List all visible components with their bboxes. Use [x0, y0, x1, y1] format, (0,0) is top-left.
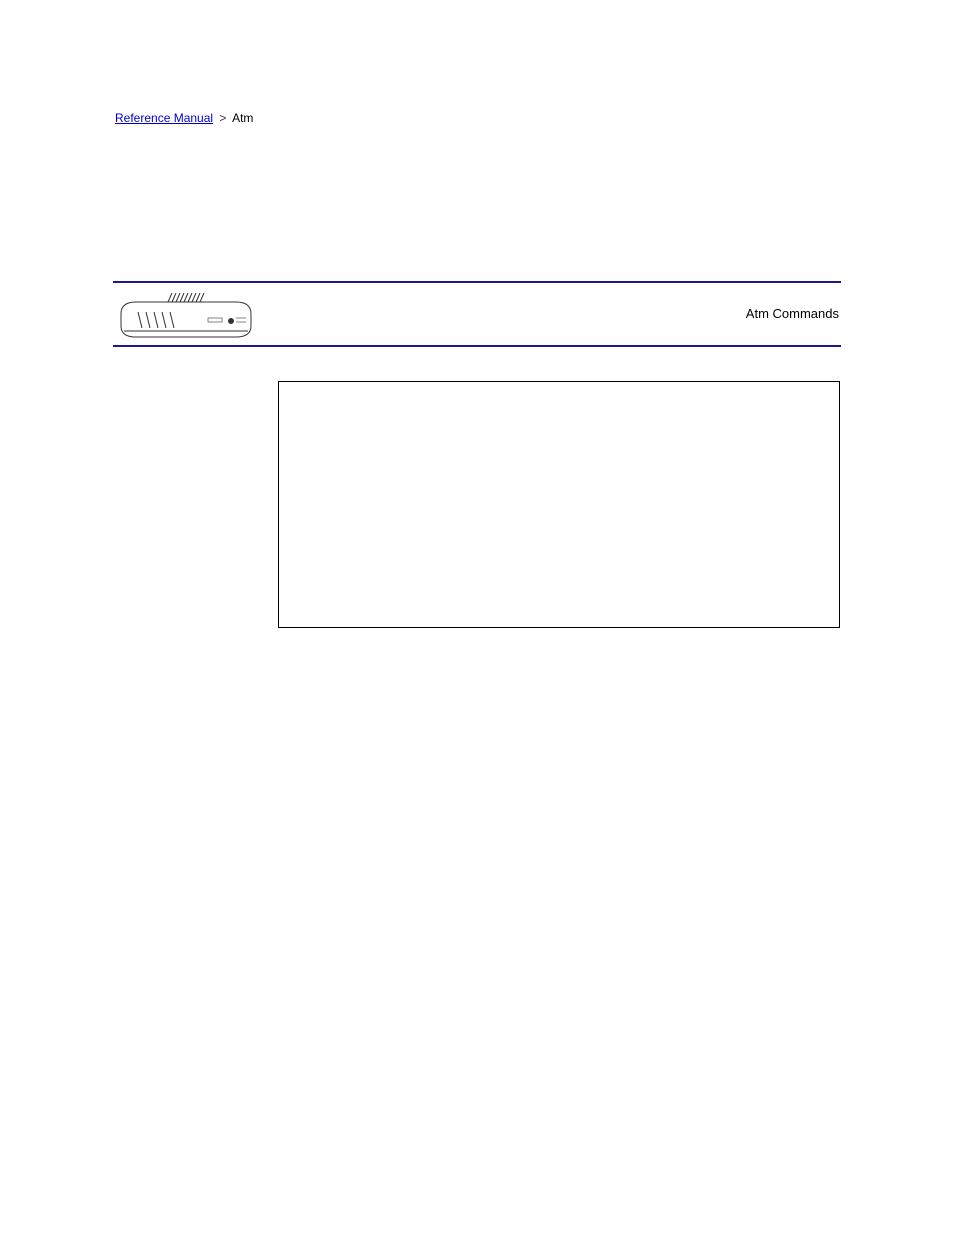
content-placeholder-box — [278, 381, 840, 628]
device-illustration — [118, 288, 254, 339]
breadcrumb-separator: > — [219, 111, 226, 125]
divider-bottom — [113, 345, 841, 347]
breadcrumb-current: Atm — [232, 111, 253, 125]
section-title: Atm Commands — [746, 306, 839, 321]
divider-top — [113, 281, 841, 283]
breadcrumb-link[interactable]: Reference Manual — [115, 111, 213, 125]
breadcrumb: Reference Manual > Atm — [115, 111, 253, 125]
